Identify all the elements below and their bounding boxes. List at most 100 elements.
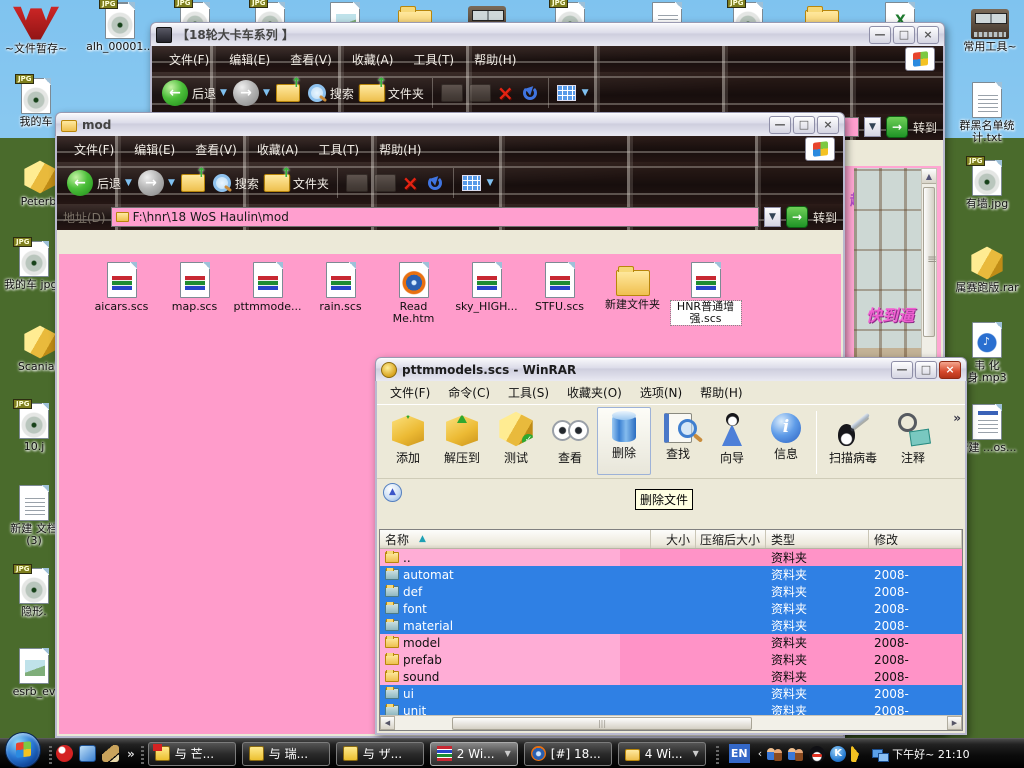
chevron-down-icon[interactable]: ▼ [505,749,511,758]
clock[interactable]: 下午好~ 21:10 [892,746,969,762]
archive-row[interactable]: material 资料夹 2008- [380,617,962,634]
quicklaunch-app-icon[interactable] [79,745,96,762]
desktop-icon-wall-jpg[interactable]: 有墙.jpg [955,160,1019,210]
scroll-up-arrow[interactable]: ▲ [922,169,936,184]
archive-row[interactable]: model 资料夹 2008- [380,634,962,651]
menu-favorites[interactable]: 收藏夹(O) [558,382,631,403]
close-button[interactable]: × [939,361,961,379]
desktop-icon-race-rar[interactable]: 属赛跑版.rar [955,244,1019,294]
desktop-icon-file-stash[interactable]: ~文件暂存~ [4,3,68,55]
add-button[interactable]: 添加 [381,407,435,475]
archive-row-updir[interactable]: .. 资料夹 [380,549,962,566]
file-item[interactable]: sky_HIGH... [450,262,523,325]
test-button[interactable]: 测试 [489,407,543,475]
menu-favorites[interactable]: 收藏(A) [343,49,403,70]
views-icon[interactable] [557,85,576,101]
task-button-qq-chat-1[interactable]: 与 芒... [148,742,236,766]
menu-commands[interactable]: 命令(C) [439,382,499,403]
delete-button[interactable]: 删除 [597,407,651,475]
up-one-level-button[interactable]: ▲ [383,483,402,502]
column-packed-size[interactable]: 压缩后大小 [696,530,766,548]
forward-button[interactable]: ▼ [233,80,270,106]
archive-row[interactable]: prefab 资料夹 2008- [380,651,962,668]
copy-to-icon[interactable] [374,174,396,192]
task-button-explorer-group[interactable]: 4 Wi... ▼ [618,742,706,766]
menu-file[interactable]: 文件(F) [160,49,218,70]
back-button[interactable]: 后退 ▼ [162,80,227,106]
network-icon[interactable] [872,746,888,762]
chevron-down-icon[interactable]: ▼ [582,88,589,98]
close-button[interactable]: × [917,26,939,44]
chevron-down-icon[interactable]: ▼ [263,88,270,98]
file-item[interactable]: pttmmode... [231,262,304,325]
title-bar[interactable]: pttmmodels.scs - WinRAR — □ × [375,357,967,381]
qq-group-icon[interactable] [788,746,804,762]
file-item[interactable]: Read Me.htm [377,262,450,325]
column-modified[interactable]: 修改 [869,530,962,548]
file-item[interactable]: map.scs [158,262,231,325]
menu-help[interactable]: 帮助(H) [370,139,430,160]
tray-collapse-chevron[interactable]: ‹ [758,747,762,760]
task-button-qq-chat-2[interactable]: 与 瑞... [242,742,330,766]
folders-button[interactable]: 文件夹 [360,84,424,102]
address-input[interactable]: F:\hnr\18 WoS Haulin\mod [111,207,759,227]
find-button[interactable]: 查找 [651,407,705,475]
file-item[interactable]: STFU.scs [523,262,596,325]
quicklaunch-overflow-chevron[interactable]: » [127,747,135,761]
copy-to-icon[interactable] [469,84,491,102]
comment-button[interactable]: 注释 [886,407,940,475]
column-size[interactable]: 大小 [651,530,696,548]
maximize-button[interactable]: □ [893,26,915,44]
scroll-left-arrow[interactable]: ◀ [380,716,395,730]
start-button[interactable] [5,732,41,768]
menu-view[interactable]: 查看(V) [186,139,246,160]
pizza-app-icon[interactable] [851,746,867,762]
column-name[interactable]: 名称▲ [380,530,651,548]
column-type[interactable]: 类型 [766,530,869,548]
menu-view[interactable]: 查看(V) [281,49,341,70]
folders-button[interactable]: 文件夹 [265,174,329,192]
minimize-button[interactable]: — [769,116,791,134]
archive-row[interactable]: def 资料夹 2008- [380,583,962,600]
archive-row[interactable]: font 资料夹 2008- [380,600,962,617]
menu-tools[interactable]: 工具(T) [404,49,463,70]
language-indicator[interactable]: EN [729,744,750,763]
minimize-button[interactable]: — [869,26,891,44]
info-button[interactable]: 信息 [759,407,813,475]
wizard-button[interactable]: 向导 [705,407,759,475]
delete-icon[interactable]: × [497,83,514,103]
maximize-button[interactable]: □ [915,361,937,379]
archive-row[interactable]: automat 资料夹 2008- [380,566,962,583]
chevron-down-icon[interactable]: ▼ [168,178,175,188]
file-item-new-folder[interactable]: 新建文件夹 [596,262,669,325]
task-button-winrar-group[interactable]: 2 Wi... ▼ [430,742,518,766]
task-button-qq-chat-3[interactable]: 与 ザ... [336,742,424,766]
toolbar-overflow-chevron[interactable]: » [953,407,961,425]
scroll-thumb[interactable] [923,187,935,337]
quicklaunch-cleaner-icon[interactable] [102,745,119,762]
chevron-down-icon[interactable]: ▼ [220,88,227,98]
chevron-down-icon[interactable]: ▼ [693,749,699,758]
virus-scan-button[interactable]: 扫描病毒 [820,407,886,475]
menu-file[interactable]: 文件(F) [381,382,439,403]
go-button[interactable]: → [886,116,908,138]
move-to-icon[interactable] [346,174,368,192]
file-item[interactable]: rain.scs [304,262,377,325]
file-item-selected[interactable]: HNR普通增强.scs [669,262,742,325]
up-one-level-icon[interactable] [181,174,205,192]
forward-button[interactable]: ▼ [138,170,175,196]
go-button[interactable]: → [786,206,808,228]
menu-tools[interactable]: 工具(T) [309,139,368,160]
search-button[interactable]: 搜索 [306,83,354,103]
task-button-firefox[interactable]: [#] 18... [524,742,612,766]
undo-icon[interactable] [520,84,540,102]
menu-help[interactable]: 帮助(H) [465,49,525,70]
view-button[interactable]: 查看 [543,407,597,475]
menu-options[interactable]: 选项(N) [631,382,691,403]
taskbar-grip[interactable] [716,744,719,764]
desktop-icon-alh-jpg[interactable]: alh_00001... [88,3,152,53]
qq-group-icon[interactable] [767,746,783,762]
archive-row[interactable]: sound 资料夹 2008- [380,668,962,685]
chevron-down-icon[interactable]: ▼ [487,178,494,188]
archive-row[interactable]: ui 资料夹 2008- [380,685,962,702]
